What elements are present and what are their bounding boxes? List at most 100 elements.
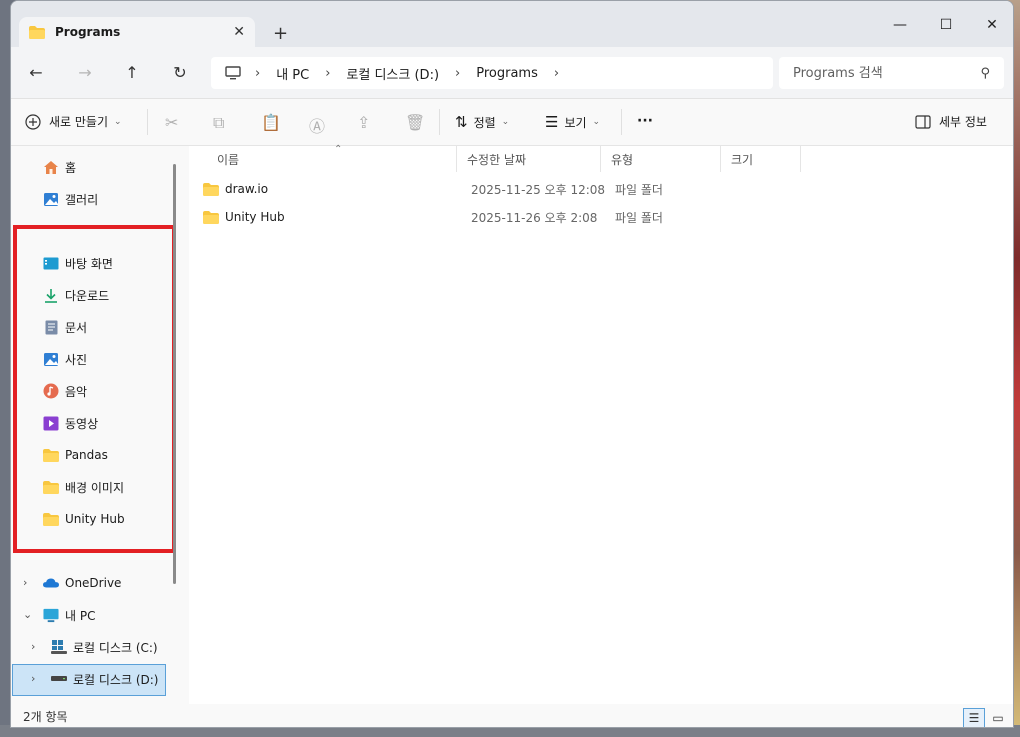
rename-icon[interactable]: Ⓐ	[309, 113, 325, 137]
file-date: 2025-11-26 오후 2:08	[471, 210, 598, 225]
breadcrumb-separator: ›	[325, 65, 331, 81]
sort-button[interactable]: ⇅ 정렬 ⌄	[455, 113, 509, 131]
windows-drive-icon	[51, 639, 67, 655]
column-header-size[interactable]: 크기	[721, 146, 801, 172]
sidebar-item-pandas[interactable]: Pandas 📌	[43, 444, 203, 466]
sort-button-label: 정렬	[473, 115, 496, 130]
column-header-date[interactable]: 수정한 날짜	[457, 146, 601, 172]
sidebar-item-onedrive[interactable]: OneDrive	[43, 572, 203, 594]
minimize-button[interactable]: —	[877, 11, 923, 39]
details-button[interactable]: 세부 정보	[915, 113, 987, 130]
sidebar-item-label: Unity Hub	[65, 512, 125, 526]
document-icon	[43, 319, 59, 335]
view-button-label: 보기	[564, 115, 587, 130]
gallery-icon	[43, 191, 59, 207]
pictures-icon	[43, 351, 59, 367]
sidebar-item-drive-c[interactable]: 로컬 디스크 (C:)	[51, 636, 211, 658]
chevron-right-icon[interactable]: ›	[31, 672, 41, 685]
view-button[interactable]: ☰ 보기 ⌄	[545, 113, 600, 131]
maximize-button[interactable]: ☐	[923, 11, 969, 39]
sidebar-item-background-images[interactable]: 배경 이미지 📌	[43, 476, 203, 498]
drive-icon	[51, 671, 67, 687]
sidebar-item-music[interactable]: 음악 📌	[43, 380, 203, 402]
tab-programs[interactable]: Programs ✕	[19, 17, 255, 47]
tab-close-icon[interactable]: ✕	[233, 24, 245, 40]
file-name: draw.io	[225, 182, 269, 196]
sidebar-item-label: 동영상	[65, 416, 99, 431]
address-bar[interactable]: › 내 PC › 로컬 디스크 (D:) › Programs ›	[211, 57, 773, 89]
chevron-down-icon: ⌄	[592, 117, 601, 127]
divider	[147, 109, 148, 135]
sidebar-item-home[interactable]: 홈	[43, 156, 203, 178]
close-window-button[interactable]: ✕	[969, 11, 1013, 39]
file-name: Unity Hub	[225, 210, 285, 224]
tiles-view-icon[interactable]: ▭	[987, 708, 1009, 727]
table-row[interactable]: draw.io 2025-11-25 오후 12:08 파일 폴더	[203, 177, 803, 201]
details-button-label: 세부 정보	[939, 115, 987, 129]
breadcrumb-separator: ›	[255, 65, 261, 81]
sidebar-item-desktop[interactable]: 바탕 화면 📌	[43, 252, 203, 274]
search-input[interactable]	[793, 65, 981, 81]
delete-icon[interactable]: 🗑	[405, 113, 425, 132]
tab-title: Programs	[55, 25, 121, 39]
sidebar-item-videos[interactable]: 동영상 📌	[43, 412, 203, 434]
column-header-name[interactable]: 이름	[207, 146, 457, 172]
folder-icon	[43, 447, 59, 463]
sidebar-item-label: 내 PC	[65, 608, 96, 623]
up-button[interactable]: ↑	[122, 63, 142, 82]
folder-icon	[203, 210, 219, 224]
back-button[interactable]: ←	[26, 63, 46, 82]
file-date: 2025-11-25 오후 12:08	[471, 182, 606, 197]
breadcrumb-this-pc[interactable]: 내 PC	[276, 64, 309, 83]
chevron-right-icon[interactable]: ›	[23, 576, 33, 589]
new-button[interactable]: 새로 만들기 ⌄	[25, 113, 122, 130]
sidebar-item-label: 음악	[65, 384, 88, 399]
folder-icon	[43, 511, 59, 527]
video-icon	[43, 415, 59, 431]
navigation-bar: ← → ↑ ↻ › 내 PC › 로컬 디스크 (D:) › Programs …	[11, 47, 1013, 99]
search-box[interactable]: ⚲	[779, 57, 1004, 89]
sidebar-item-pictures[interactable]: 사진 📌	[43, 348, 203, 370]
sidebar-item-downloads[interactable]: 다운로드 📌	[43, 284, 203, 306]
sidebar-item-drive-d[interactable]: 로컬 디스크 (D:)	[51, 668, 211, 690]
search-icon: ⚲	[980, 65, 990, 81]
sidebar-item-unity-hub[interactable]: Unity Hub 📌	[43, 508, 203, 530]
chevron-right-icon[interactable]: ›	[31, 640, 41, 653]
paste-icon[interactable]: 📋	[261, 113, 281, 132]
divider	[439, 109, 440, 135]
title-bar: Programs ✕ + — ☐ ✕	[11, 1, 1013, 47]
breadcrumb-drive-d[interactable]: 로컬 디스크 (D:)	[346, 64, 439, 83]
sort-icon: ⇅	[455, 113, 468, 131]
new-button-label: 새로 만들기	[49, 115, 109, 129]
sidebar-item-label: 갤러리	[65, 192, 99, 207]
copy-icon[interactable]: ⧉	[213, 113, 224, 133]
column-header-type[interactable]: 유형	[601, 146, 721, 172]
cut-icon[interactable]: ✂	[165, 113, 178, 132]
sidebar-item-documents[interactable]: 문서 📌	[43, 316, 203, 338]
chevron-down-icon: ⌄	[501, 117, 510, 127]
sidebar-scrollbar[interactable]	[173, 164, 176, 584]
folder-icon	[43, 479, 59, 495]
new-tab-button[interactable]: +	[273, 23, 288, 44]
file-type: 파일 폴더	[615, 210, 663, 225]
details-view-icon[interactable]: ☰	[963, 708, 985, 727]
breadcrumb-programs[interactable]: Programs	[476, 66, 538, 81]
file-explorer-window: Programs ✕ + — ☐ ✕ ← → ↑ ↻ › 내 PC › 로컬 디…	[10, 0, 1014, 728]
more-options-button[interactable]: ···	[637, 113, 653, 129]
sidebar-item-gallery[interactable]: 갤러리	[43, 188, 203, 210]
chevron-down-icon[interactable]: ⌄	[23, 608, 33, 621]
file-list: ⌃ 이름 수정한 날짜 유형 크기 draw.io 2025-11-25 오후 …	[189, 144, 1013, 704]
sidebar-item-label: 바탕 화면	[65, 256, 113, 271]
item-count: 2개 항목	[23, 710, 68, 724]
folder-icon	[29, 25, 45, 39]
refresh-button[interactable]: ↻	[170, 63, 190, 82]
forward-button[interactable]: →	[75, 63, 95, 82]
file-type: 파일 폴더	[615, 182, 663, 197]
status-bar: 2개 항목 ☰ ▭	[11, 704, 1013, 727]
share-icon[interactable]: ⇪	[357, 113, 370, 132]
breadcrumb-separator: ›	[553, 65, 560, 81]
table-row[interactable]: Unity Hub 2025-11-26 오후 2:08 파일 폴더	[203, 205, 803, 229]
sidebar-item-label: 사진	[65, 352, 88, 367]
divider	[621, 109, 622, 135]
sidebar-item-this-pc[interactable]: 내 PC	[43, 604, 203, 626]
